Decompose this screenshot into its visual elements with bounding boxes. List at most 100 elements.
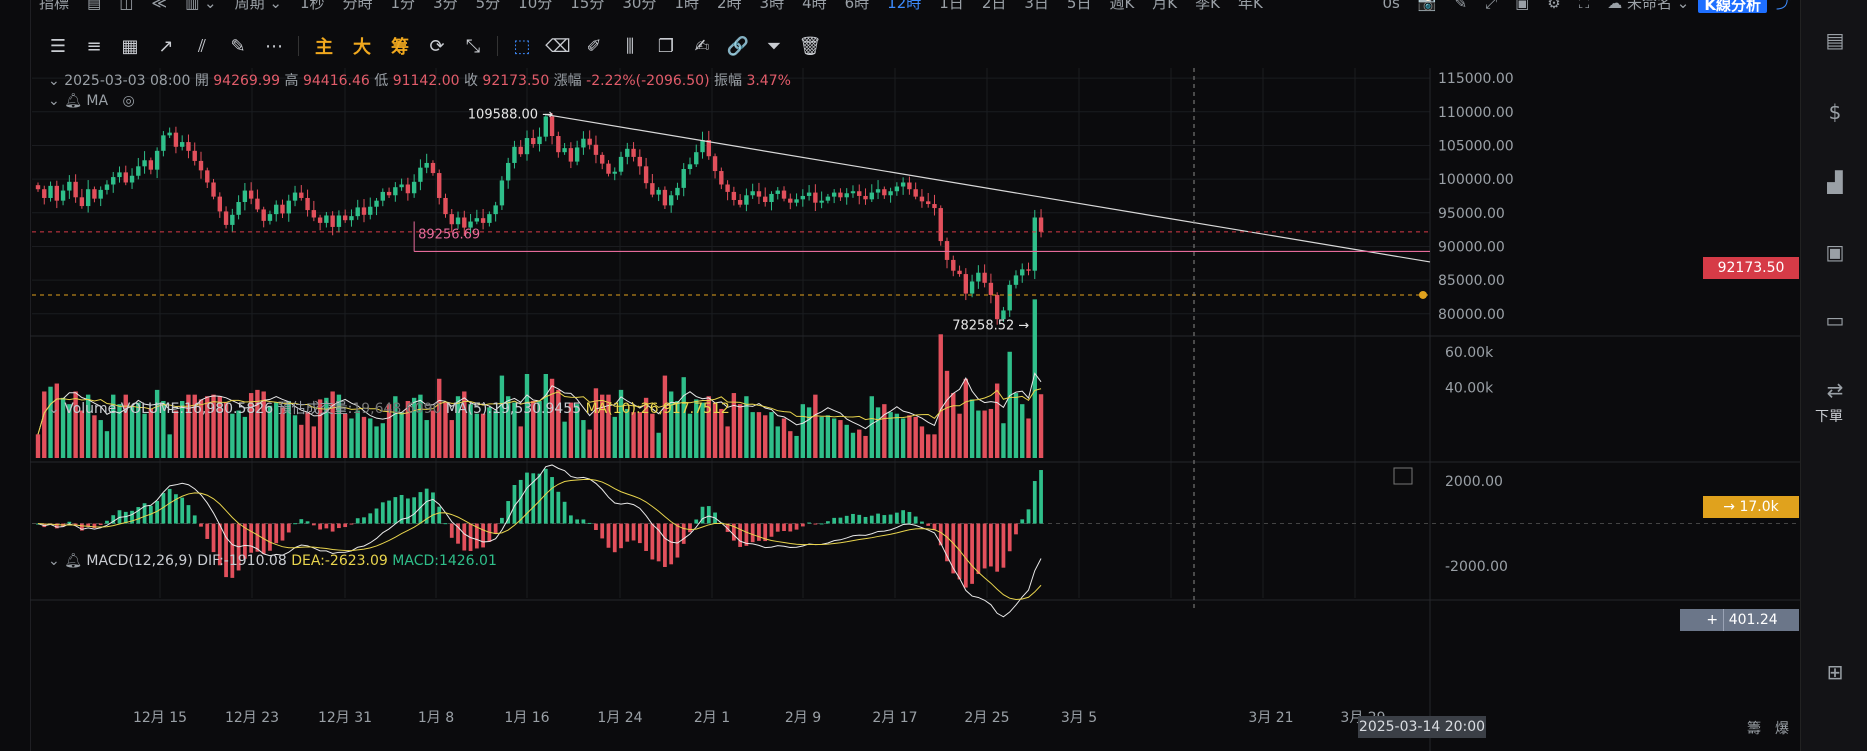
period-item[interactable]: ▤ <box>78 0 110 11</box>
period-item[interactable]: 3日 <box>1015 0 1058 11</box>
candle-body <box>217 196 222 212</box>
eraser-icon[interactable]: ⌫ <box>540 30 576 62</box>
period-item[interactable]: 分時 <box>334 0 382 11</box>
candle-body <box>681 169 686 188</box>
refresh-icon[interactable]: ⟳ <box>419 30 455 62</box>
topbar-tool[interactable]: ⛶ <box>1570 0 1599 11</box>
period-item[interactable]: 2日 <box>973 0 1016 11</box>
period-item[interactable]: 年K <box>1229 0 1272 11</box>
period-item[interactable]: 5日 <box>1058 0 1101 11</box>
candle-body <box>324 215 329 223</box>
brush-icon[interactable]: ✐ <box>576 30 612 62</box>
period-item[interactable]: 12時 <box>878 0 930 11</box>
filter-icon[interactable]: ⏷ <box>756 30 792 62</box>
date-tick-label: 1月 16 <box>504 710 549 726</box>
period-item[interactable]: ◫ <box>110 0 142 11</box>
topbar-tool[interactable]: ⚙ <box>1538 0 1569 11</box>
chips-label[interactable]: 籌 <box>1747 718 1761 738</box>
volume-bar <box>907 415 912 458</box>
candle-body <box>737 199 743 205</box>
copy-icon[interactable]: ❐ <box>648 30 684 62</box>
period-item[interactable]: 1日 <box>930 0 973 11</box>
macd-histogram-bar <box>738 523 743 547</box>
stats-icon[interactable]: ▟ <box>1823 170 1847 194</box>
list-icon[interactable]: ☰ <box>40 30 76 62</box>
collapse-icon[interactable]: ⌄ <box>48 93 60 109</box>
period-item[interactable]: 4時 <box>793 0 836 11</box>
main-button[interactable]: 主 <box>305 30 343 62</box>
price-tick-label: 110000.00 <box>1438 105 1514 121</box>
period-item[interactable]: 季K <box>1186 0 1229 11</box>
macd-histogram-bar <box>211 523 216 553</box>
period-item[interactable]: ≪ <box>142 0 176 11</box>
money-icon[interactable]: $ <box>1823 100 1847 124</box>
volume-bar <box>480 413 486 458</box>
period-item[interactable]: 1時 <box>665 0 708 11</box>
topbar-tool[interactable]: ⤢ <box>1476 0 1506 11</box>
report-icon[interactable]: ▣ <box>1823 240 1847 264</box>
period-item[interactable]: 1秒 <box>291 0 334 11</box>
period-item[interactable]: 10分 <box>509 0 561 11</box>
measure-icon[interactable]: ⤡ <box>455 30 491 62</box>
candles-icon[interactable]: ⫼ <box>612 30 648 62</box>
period-item[interactable]: ▥ ⌄ <box>176 0 226 11</box>
lines-icon[interactable]: ≡ <box>76 30 112 62</box>
ma-label: MA <box>86 93 109 109</box>
candle-body <box>380 191 385 201</box>
topbar-tool[interactable]: ☁ 未命名 ⌄ <box>1598 0 1698 11</box>
more-icon[interactable]: ⋯ <box>256 30 292 62</box>
period-item[interactable]: 6時 <box>836 0 879 11</box>
candle-body <box>694 152 699 165</box>
volume-bar <box>976 410 981 458</box>
layout-icon[interactable]: ⊞ <box>1823 660 1847 684</box>
candle-body <box>286 200 291 214</box>
period-item[interactable]: 月K <box>1143 0 1186 11</box>
eye-icon[interactable]: ◎ <box>123 93 135 109</box>
candle-body <box>136 166 141 176</box>
share-icon[interactable]: ⤴ <box>1767 0 1800 11</box>
period-item[interactable]: 周期 ⌄ <box>226 0 291 11</box>
period-item[interactable]: 5分 <box>467 0 510 11</box>
fib-icon[interactable]: ⫽ <box>184 30 220 62</box>
etf-icon[interactable]: ▭ <box>1823 308 1847 332</box>
topbar-tool[interactable]: 📷 <box>1409 0 1446 11</box>
period-item[interactable]: 15分 <box>561 0 613 11</box>
collapse-icon[interactable]: ⌄ <box>48 401 60 417</box>
macd-histogram-bar <box>518 479 523 524</box>
macd-histogram-bar <box>688 523 692 533</box>
candle-body <box>205 170 210 183</box>
chips-button[interactable]: 筹 <box>381 30 419 62</box>
period-item[interactable]: 3分 <box>424 0 467 11</box>
kline-analysis-button[interactable]: K線分析 <box>1698 0 1767 13</box>
document-icon[interactable]: ▤ <box>1823 28 1847 52</box>
period-item[interactable]: 2時 <box>708 0 751 11</box>
period-item[interactable]: 週K <box>1100 0 1143 11</box>
large-button[interactable]: 大 <box>343 30 381 62</box>
candle-body <box>744 195 749 205</box>
burst-label[interactable]: 爆 <box>1775 718 1789 738</box>
trend-icon[interactable]: ↗ <box>148 30 184 62</box>
trash-icon[interactable]: 🗑 <box>792 30 828 62</box>
collapse-icon[interactable]: ⌄ <box>48 553 60 569</box>
candle-body <box>355 207 360 217</box>
topbar-tool[interactable]: ✎ <box>1446 0 1477 11</box>
macd-histogram-bar <box>412 497 417 524</box>
candle-body <box>637 156 643 167</box>
note-icon[interactable]: ✍ <box>684 30 720 62</box>
pencil-icon[interactable]: ✎ <box>220 30 256 62</box>
collapse-icon[interactable]: ⌄ <box>48 73 60 89</box>
ruler-icon[interactable]: ▦ <box>112 30 148 62</box>
period-item[interactable]: 指標 <box>30 0 78 11</box>
topbar-tool[interactable]: ▣ <box>1506 0 1538 11</box>
bell-icon[interactable]: 🔔︎ <box>64 93 82 109</box>
period-item[interactable]: 1分 <box>382 0 425 11</box>
period-item[interactable]: 30分 <box>613 0 665 11</box>
macd-histogram-bar <box>337 523 341 529</box>
select-icon[interactable]: ⬚ <box>504 30 540 62</box>
order-label[interactable]: 下單 <box>1815 406 1843 426</box>
link-icon[interactable]: 🔗 <box>720 30 756 62</box>
topbar-tool[interactable]: 0s <box>1373 0 1408 11</box>
bell-icon[interactable]: 🔔︎ <box>64 553 82 569</box>
period-item[interactable]: 3時 <box>751 0 794 11</box>
order-icon[interactable]: ⇄ <box>1823 378 1847 402</box>
